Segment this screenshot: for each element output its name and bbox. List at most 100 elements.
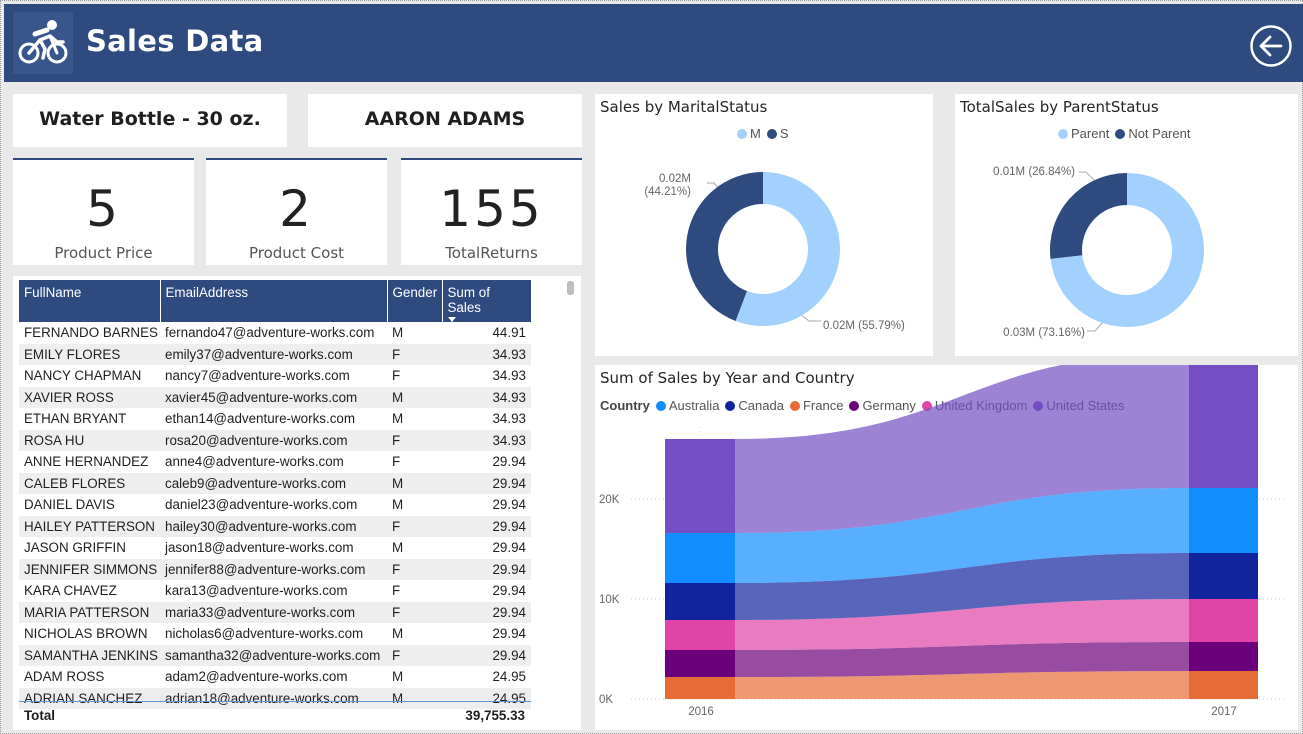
cell-gender: M xyxy=(392,669,404,685)
cell-email: emily37@adventure-works.com xyxy=(160,343,387,365)
cell-sum-of-sales: 24.95 xyxy=(492,669,526,685)
cell-sum-of-sales: 29.94 xyxy=(442,515,531,537)
parent-status-chart-card: TotalSales by ParentStatus Parent Not Pa… xyxy=(955,94,1298,356)
bar-2017-canada[interactable] xyxy=(1189,553,1258,599)
table-row[interactable]: EMILY FLORES emily37@adventure-works.com F… xyxy=(19,343,531,365)
report-header: Sales Data xyxy=(4,4,1303,82)
cell-fullname: EMILY FLORES xyxy=(19,343,160,365)
y-tick-label: 20K xyxy=(599,494,620,506)
cell-gender: F xyxy=(387,515,442,537)
column-header-email[interactable]: EmailAddress xyxy=(160,280,388,322)
cell-fullname: MARIA PATTERSON xyxy=(19,601,160,623)
cell-sum-of-sales: 34.93 xyxy=(492,368,526,384)
bar-2016-germany[interactable] xyxy=(665,650,735,677)
cell-sum-of-sales: 44.91 xyxy=(492,325,526,341)
bar-2016-canada[interactable] xyxy=(665,583,735,620)
column-header-gender[interactable]: Gender xyxy=(387,280,443,322)
cell-email: rosa20@adventure-works.com xyxy=(160,429,387,451)
cell-sum-of-sales: 34.93 xyxy=(492,411,526,427)
cell-sum-of-sales: 29.94 xyxy=(492,626,526,642)
bar-2016-united-states[interactable] xyxy=(665,439,735,533)
kpi-card-total-returns: 155 TotalReturns xyxy=(401,158,582,265)
cell-fullname: CALEB FLORES xyxy=(19,472,160,494)
bar-2017-united-kingdom[interactable] xyxy=(1189,599,1258,642)
bar-2017-france[interactable] xyxy=(1189,671,1258,699)
data-label: 0.02M (44.21%) xyxy=(644,173,691,198)
cell-fullname: JASON GRIFFIN xyxy=(24,540,126,556)
kpi-card-product-cost: 2 Product Cost xyxy=(206,158,387,265)
bar-2016-united-kingdom[interactable] xyxy=(665,620,735,650)
cell-sum-of-sales: 34.93 xyxy=(442,386,531,408)
table-row[interactable]: SAMANTHA JENKINS samantha32@adventure-wor… xyxy=(19,644,531,666)
table-row[interactable]: FERNANDO BARNES fernando47@adventure-work… xyxy=(19,322,531,344)
table-row[interactable]: HAILEY PATTERSON hailey30@adventure-works… xyxy=(19,515,531,537)
column-header-label: Sum of Sales xyxy=(447,285,490,315)
table-scrollbar[interactable] xyxy=(567,281,574,295)
cell-email: maria33@adventure-works.com xyxy=(160,601,387,623)
marital-status-chart-card: Sales by MaritalStatus M S 0.02M (44.21%)… xyxy=(595,94,933,356)
kpi-value: 155 xyxy=(439,180,544,238)
cell-email: ethan14@adventure-works.com xyxy=(165,411,355,427)
cell-gender: F xyxy=(392,454,401,470)
cell-gender: M xyxy=(392,626,404,642)
column-header-sum-of-sales[interactable]: Sum of Sales xyxy=(442,280,532,322)
table-row[interactable]: KARA CHAVEZ kara13@adventure-works.com F 29… xyxy=(19,580,531,602)
cell-gender: M xyxy=(387,386,442,408)
product-slicer-card[interactable]: Water Bottle - 30 oz. xyxy=(13,94,287,147)
customer-slicer-card[interactable]: AARON ADAMS xyxy=(308,94,582,147)
x-tick-label: 2016 xyxy=(688,706,714,718)
cell-sum-of-sales: 34.93 xyxy=(442,343,531,365)
kpi-value: 2 xyxy=(279,180,314,238)
table-row[interactable]: MARIA PATTERSON maria33@adventure-works.c… xyxy=(19,601,531,623)
column-header-fullname[interactable]: FullName xyxy=(19,280,161,322)
cell-fullname: NICHOLAS BROWN xyxy=(24,626,148,642)
table-row[interactable]: XAVIER ROSS xavier45@adventure-works.com M… xyxy=(19,386,531,408)
cell-email: fernando47@adventure-works.com xyxy=(165,325,375,341)
kpi-label: Product Cost xyxy=(248,244,345,262)
cell-email: adam2@adventure-works.com xyxy=(165,669,348,685)
cell-email: hailey30@adventure-works.com xyxy=(160,515,387,537)
cell-sum-of-sales: 29.94 xyxy=(442,601,531,623)
cyclist-icon xyxy=(13,12,73,74)
back-button[interactable] xyxy=(1249,24,1293,68)
table-row[interactable]: JASON GRIFFIN jason18@adventure-works.com… xyxy=(19,537,531,559)
data-label: 0.02M (55.79%) xyxy=(823,320,905,332)
cell-gender: F xyxy=(387,343,442,365)
cell-sum-of-sales: 29.94 xyxy=(442,472,531,494)
bar-2017-australia[interactable] xyxy=(1189,488,1258,553)
cell-fullname: ROSA HU xyxy=(19,429,160,451)
data-label: 0.03M (73.16%) xyxy=(1003,327,1085,339)
table-row[interactable]: NICHOLAS BROWN nicholas6@adventure-works.… xyxy=(19,623,531,645)
cell-gender: M xyxy=(392,497,404,513)
table-row[interactable]: NANCY CHAPMAN nancy7@adventure-works.com F… xyxy=(19,365,531,387)
table-row[interactable]: ADAM ROSS adam2@adventure-works.com M 24.95 xyxy=(19,666,531,688)
cell-fullname: HAILEY PATTERSON xyxy=(19,515,160,537)
data-label: 0.01M (26.84%) xyxy=(993,166,1075,178)
table-row[interactable]: ANNE HERNANDEZ anne4@adventure-works.com F… xyxy=(19,451,531,473)
table-row[interactable]: JENNIFER SIMMONS jennifer88@adventure-wor… xyxy=(19,558,531,580)
table-row[interactable]: ROSA HU rosa20@adventure-works.com F 34.93 xyxy=(19,429,531,451)
donut-slice-not-parent[interactable] xyxy=(1050,173,1127,259)
cell-fullname: ETHAN BRYANT xyxy=(24,411,127,427)
total-value: 39,755.33 xyxy=(465,708,525,723)
cell-email: daniel23@adventure-works.com xyxy=(165,497,358,513)
table-row[interactable]: CALEB FLORES caleb9@adventure-works.com M 2… xyxy=(19,472,531,494)
cell-gender: F xyxy=(387,601,442,623)
bar-2017-united-states[interactable] xyxy=(1189,365,1258,488)
bar-2016-australia[interactable] xyxy=(665,533,735,583)
cell-gender: M xyxy=(387,472,442,494)
cell-fullname: ADAM ROSS xyxy=(24,669,105,685)
x-tick-label: 2017 xyxy=(1211,706,1237,718)
cell-sum-of-sales: 29.94 xyxy=(442,644,531,666)
bar-2016-france[interactable] xyxy=(665,677,735,699)
table-row[interactable]: ETHAN BRYANT ethan14@adventure-works.com M… xyxy=(19,408,531,430)
table-row[interactable]: DANIEL DAVIS daniel23@adventure-works.com… xyxy=(19,494,531,516)
cell-gender: F xyxy=(387,558,442,580)
bar-2017-germany[interactable] xyxy=(1189,642,1258,671)
cell-sum-of-sales: 29.94 xyxy=(492,583,526,599)
cell-gender: F xyxy=(387,644,442,666)
cell-email: xavier45@adventure-works.com xyxy=(160,386,387,408)
marital-status-donut: 0.02M (44.21%) 0.02M (55.79%) xyxy=(644,172,905,332)
cell-fullname: JENNIFER SIMMONS xyxy=(19,558,160,580)
cell-email: caleb9@adventure-works.com xyxy=(160,472,387,494)
